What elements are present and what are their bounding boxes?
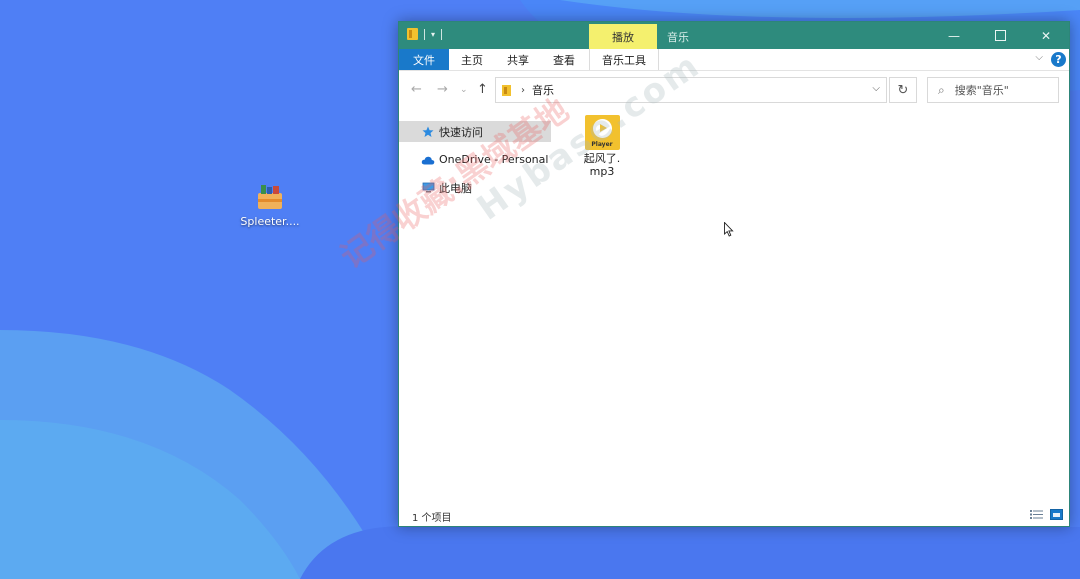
sidebar-item-label: OneDrive - Personal — [439, 153, 549, 166]
search-icon: ⌕ — [938, 82, 945, 97]
file-name-line1: 起风了. — [583, 152, 621, 165]
address-bar[interactable]: › 音乐 ⌵ — [495, 77, 887, 103]
maximize-button[interactable] — [977, 22, 1023, 49]
close-icon: ✕ — [1040, 28, 1052, 43]
play-icon — [592, 119, 612, 138]
navigation-pane: 快速访问 OneDrive - Personal 此电脑 — [399, 121, 551, 205]
quick-access-toolbar: ▾ — [407, 28, 443, 40]
item-count: 1 个项目 — [412, 513, 452, 524]
toolbar-divider — [441, 28, 443, 40]
back-button[interactable]: ← — [411, 82, 422, 97]
title-bar[interactable]: ▾ 播放 音乐 — ✕ — [399, 22, 1069, 49]
breadcrumb-separator[interactable]: › — [521, 85, 525, 96]
status-bar: 1 个项目 — [399, 504, 1069, 526]
recent-locations-button[interactable]: ⌄ — [460, 85, 468, 95]
window-title: 音乐 — [667, 31, 689, 44]
close-button[interactable]: ✕ — [1023, 22, 1069, 49]
cloud-icon — [421, 155, 435, 165]
file-item[interactable]: Player 起风了. mp3 — [571, 115, 633, 178]
address-dropdown-icon[interactable]: ⌵ — [872, 83, 880, 94]
file-name: 起风了. mp3 — [571, 152, 633, 178]
ribbon-tabs: 文件 主页 共享 查看 音乐工具 ⌵ ? — [399, 49, 1069, 71]
thumb-label: Player — [591, 141, 613, 148]
navigation-bar: ← → ⌄ ↑ › 音乐 ⌵ ↻ ⌕ 搜索"音乐" — [399, 71, 1069, 109]
star-icon — [421, 126, 435, 138]
desktop-icon-spleeter[interactable]: Spleeter.... — [236, 183, 304, 228]
explorer-body: 快速访问 OneDrive - Personal 此电脑 Player 起风了.… — [399, 109, 1069, 504]
media-player-icon: Player — [584, 115, 620, 150]
sidebar-item-label: 此电脑 — [439, 181, 472, 195]
computer-icon — [421, 182, 435, 193]
folder-icon — [502, 84, 511, 96]
minimize-icon: — — [948, 28, 960, 43]
file-name-line2: mp3 — [589, 165, 615, 178]
large-icons-view-icon[interactable] — [1050, 509, 1063, 520]
tab-file[interactable]: 文件 — [399, 49, 449, 70]
sidebar-item-onedrive[interactable]: OneDrive - Personal — [399, 149, 551, 170]
tab-share[interactable]: 共享 — [495, 49, 541, 70]
desktop-icon-label: Spleeter.... — [240, 215, 300, 228]
minimize-button[interactable]: — — [931, 22, 977, 49]
file-list: Player 起风了. mp3 — [571, 115, 633, 178]
folder-icon — [407, 28, 418, 40]
context-tab-play[interactable]: 播放 — [589, 24, 657, 49]
toolbar-divider — [424, 28, 425, 40]
maximize-icon — [994, 30, 1006, 41]
up-button[interactable]: ↑ — [477, 82, 488, 97]
tab-music-tools[interactable]: 音乐工具 — [589, 49, 659, 70]
spleeter-app-icon — [255, 183, 285, 211]
breadcrumb-music[interactable]: 音乐 — [532, 82, 554, 98]
sidebar-item-quick-access[interactable]: 快速访问 — [399, 121, 551, 142]
details-view-icon[interactable] — [1030, 509, 1043, 520]
forward-button[interactable]: → — [437, 82, 448, 97]
search-placeholder: 搜索"音乐" — [954, 84, 1009, 97]
tab-view[interactable]: 查看 — [541, 49, 587, 70]
sidebar-item-this-pc[interactable]: 此电脑 — [399, 177, 551, 198]
sidebar-item-label: 快速访问 — [439, 125, 483, 139]
search-input[interactable]: ⌕ 搜索"音乐" — [927, 77, 1059, 103]
mouse-cursor-icon — [724, 221, 734, 241]
explorer-window: ▾ 播放 音乐 — ✕ 文件 主页 共享 查看 音乐工具 ⌵ ? ← → ⌄ ↑… — [398, 21, 1070, 527]
customize-toolbar-icon[interactable]: ▾ — [431, 30, 435, 39]
refresh-button[interactable]: ↻ — [889, 77, 917, 103]
tab-home[interactable]: 主页 — [449, 49, 495, 70]
expand-ribbon-icon[interactable]: ⌵ — [1035, 52, 1043, 63]
help-icon[interactable]: ? — [1051, 52, 1066, 67]
